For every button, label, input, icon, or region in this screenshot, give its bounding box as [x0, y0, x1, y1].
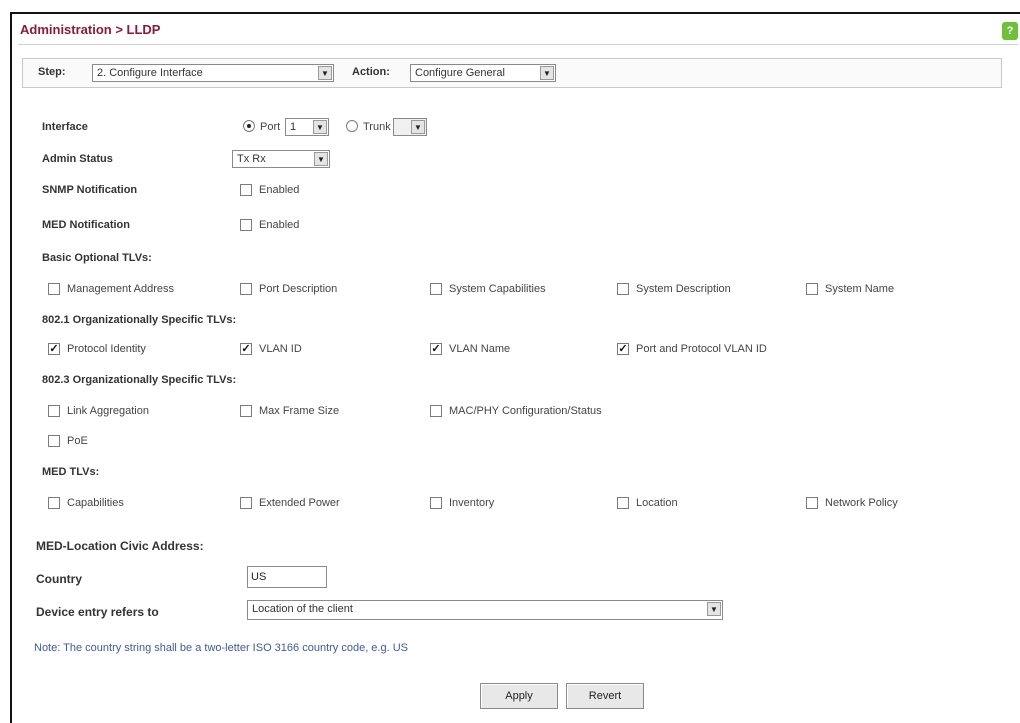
extended-power-checkbox[interactable] — [240, 497, 252, 509]
snmp-enabled-label: Enabled — [259, 184, 300, 196]
port-select-value: 1 — [290, 121, 297, 133]
interface-label: Interface — [42, 121, 88, 133]
chevron-down-icon: ▼ — [707, 602, 721, 616]
chevron-down-icon: ▼ — [318, 66, 332, 80]
chevron-down-icon: ▼ — [540, 66, 554, 80]
admin-status-label: Admin Status — [42, 153, 113, 165]
step-select-value: 2. Configure Interface — [97, 67, 203, 79]
system-name-checkbox[interactable] — [806, 283, 818, 295]
vlan-id-label: VLAN ID — [259, 343, 302, 355]
med-tlvs-heading: MED TLVs: — [42, 466, 100, 478]
revert-button[interactable]: Revert — [566, 683, 644, 709]
max-frame-size-label: Max Frame Size — [259, 405, 340, 417]
inventory-label: Inventory — [449, 497, 495, 509]
extended-power-label: Extended Power — [259, 497, 340, 509]
capabilities-checkbox[interactable] — [48, 497, 60, 509]
port-description-checkbox[interactable] — [240, 283, 252, 295]
max-frame-size-checkbox[interactable] — [240, 405, 252, 417]
port-protocol-vlan-id-checkbox[interactable]: ✓ — [617, 343, 629, 355]
network-policy-label: Network Policy — [825, 497, 898, 509]
admin-status-value: Tx Rx — [237, 153, 266, 165]
action-label: Action: — [352, 66, 390, 78]
inventory-checkbox[interactable] — [430, 497, 442, 509]
capabilities-label: Capabilities — [67, 497, 124, 509]
title-divider — [18, 44, 1018, 45]
tlv-8023-heading: 802.3 Organizationally Specific TLVs: — [42, 374, 237, 386]
system-description-label: System Description — [636, 283, 731, 295]
vlan-id-checkbox[interactable]: ✓ — [240, 343, 252, 355]
management-address-label: Management Address — [67, 283, 175, 295]
step-label: Step: — [38, 66, 66, 78]
device-entry-select[interactable]: Location of the client ▼ — [247, 600, 723, 620]
system-description-checkbox[interactable] — [617, 283, 629, 295]
protocol-identity-checkbox[interactable]: ✓ — [48, 343, 60, 355]
trunk-radio-label: Trunk — [363, 121, 391, 133]
apply-button[interactable]: Apply — [480, 683, 558, 709]
system-capabilities-checkbox[interactable] — [430, 283, 442, 295]
vlan-name-label: VLAN Name — [449, 343, 511, 355]
country-input[interactable] — [247, 566, 327, 588]
action-select-value: Configure General — [415, 67, 505, 79]
trunk-radio[interactable] — [346, 120, 358, 132]
device-entry-value: Location of the client — [252, 603, 353, 615]
system-capabilities-label: System Capabilities — [449, 283, 546, 295]
mac-phy-checkbox[interactable] — [430, 405, 442, 417]
step-select[interactable]: 2. Configure Interface ▼ — [92, 64, 334, 82]
basic-tlvs-heading: Basic Optional TLVs: — [42, 252, 152, 264]
poe-label: PoE — [67, 435, 88, 447]
help-icon[interactable]: ? — [1002, 22, 1018, 40]
action-select[interactable]: Configure General ▼ — [410, 64, 556, 82]
chevron-down-icon: ▼ — [313, 120, 327, 134]
system-name-label: System Name — [825, 283, 895, 295]
location-label: Location — [636, 497, 678, 509]
port-radio-label: Port — [260, 121, 281, 133]
chevron-down-icon: ▼ — [411, 120, 425, 134]
snmp-notification-checkbox[interactable] — [240, 184, 252, 196]
protocol-identity-label: Protocol Identity — [67, 343, 146, 355]
port-description-label: Port Description — [259, 283, 338, 295]
port-protocol-vlan-id-label: Port and Protocol VLAN ID — [636, 343, 767, 355]
link-aggregation-checkbox[interactable] — [48, 405, 60, 417]
page-title: Administration > LLDP — [20, 22, 161, 37]
chevron-down-icon: ▼ — [314, 152, 328, 166]
link-aggregation-label: Link Aggregation — [67, 405, 149, 417]
location-checkbox[interactable] — [617, 497, 629, 509]
mac-phy-label: MAC/PHY Configuration/Status — [449, 405, 602, 417]
poe-checkbox[interactable] — [48, 435, 60, 447]
management-address-checkbox[interactable] — [48, 283, 60, 295]
vlan-name-checkbox[interactable]: ✓ — [430, 343, 442, 355]
med-notification-label: MED Notification — [42, 219, 130, 231]
port-radio[interactable] — [243, 120, 255, 132]
civic-address-heading: MED-Location Civic Address: — [36, 539, 204, 553]
snmp-notification-label: SNMP Notification — [42, 184, 138, 196]
country-code-note: Note: The country string shall be a two-… — [34, 642, 408, 654]
country-label: Country — [36, 572, 82, 586]
med-notification-checkbox[interactable] — [240, 219, 252, 231]
device-entry-label: Device entry refers to — [36, 605, 159, 619]
tlv-8021-heading: 802.1 Organizationally Specific TLVs: — [42, 314, 237, 326]
admin-status-select[interactable]: Tx Rx ▼ — [232, 150, 330, 168]
port-select[interactable]: 1 ▼ — [285, 118, 329, 136]
med-enabled-label: Enabled — [259, 219, 300, 231]
network-policy-checkbox[interactable] — [806, 497, 818, 509]
trunk-select[interactable]: ▼ — [393, 118, 427, 136]
